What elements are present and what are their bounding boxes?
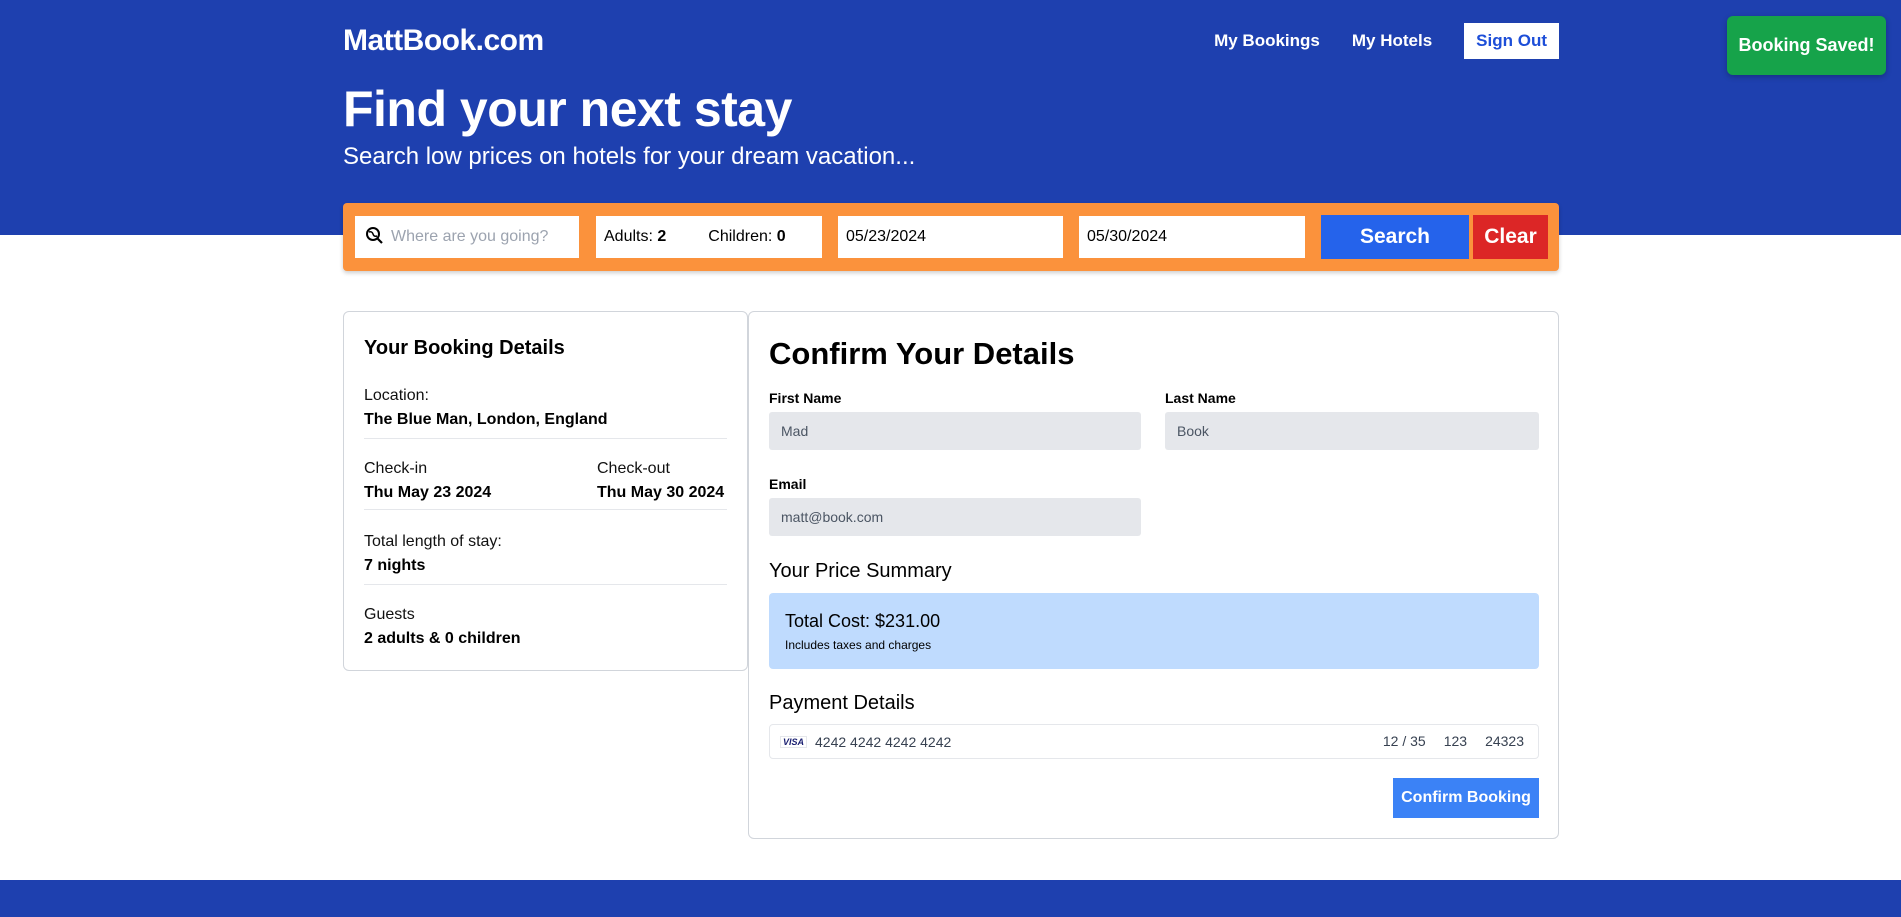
guests-section: Guests 2 adults & 0 children [364,606,727,648]
adults-value[interactable]: 2 [657,228,666,246]
search-button[interactable]: Search [1321,215,1469,259]
card-number[interactable]: 4242 4242 4242 4242 [815,734,951,750]
main-nav: My Bookings My Hotels Sign Out [1214,23,1559,59]
booking-details-card: Your Booking Details Location: The Blue … [343,311,748,671]
visa-card-icon: VISA [780,735,808,748]
card-zip[interactable]: 24323 [1485,733,1524,749]
card-expiry[interactable]: 12 / 35 [1383,733,1426,749]
hero-banner: MattBook.com My Bookings My Hotels Sign … [0,0,1901,235]
adults-label: Adults: [604,228,653,245]
checkout-value: Thu May 30 2024 [597,484,725,501]
destination-placeholder: Where are you going? [391,228,549,245]
search-globe-icon [365,226,383,249]
booking-saved-toast: Booking Saved! [1727,16,1886,75]
guests-value: 2 adults & 0 children [364,630,521,647]
guests-field[interactable]: Adults: 2 Children: 0 [596,216,822,258]
location-section: Location: The Blue Man, London, England [364,387,727,439]
last-name-field[interactable]: Book [1165,412,1539,450]
price-summary-title: Your Price Summary [769,560,952,582]
card-cvc[interactable]: 123 [1444,733,1467,749]
top-bar: MattBook.com My Bookings My Hotels Sign … [343,22,1559,62]
confirm-details-card: Confirm Your Details First Name Mad Last… [748,311,1559,839]
price-summary-box: Total Cost: $231.00 Includes taxes and c… [769,593,1539,669]
payment-details-title: Payment Details [769,692,915,714]
site-logo[interactable]: MattBook.com [343,24,544,58]
sign-out-button[interactable]: Sign Out [1464,23,1559,59]
children-label: Children: [708,228,773,245]
dates-section: Check-in Thu May 23 2024 Check-out Thu M… [364,460,727,510]
confirm-title: Confirm Your Details [769,336,1075,371]
card-extra-fields: 12 / 35 123 24323 [1365,733,1524,749]
footer [0,880,1901,917]
card-input[interactable]: VISA 4242 4242 4242 4242 12 / 35 123 243… [769,724,1539,759]
guests-label: Guests [364,606,415,623]
destination-input[interactable]: Where are you going? [355,216,579,258]
booking-details-title: Your Booking Details [364,337,565,359]
page-subtitle: Search low prices on hotels for your dre… [343,143,916,170]
nav-my-hotels[interactable]: My Hotels [1352,31,1432,51]
location-value: The Blue Man, London, England [364,411,608,428]
page-title: Find your next stay [343,81,792,137]
confirm-booking-button[interactable]: Confirm Booking [1393,778,1539,818]
stay-length-label: Total length of stay: [364,533,502,550]
email-field[interactable]: matt@book.com [769,498,1141,536]
nav-my-bookings[interactable]: My Bookings [1214,31,1320,51]
location-label: Location: [364,387,429,404]
email-label: Email [769,476,807,492]
stay-length-section: Total length of stay: 7 nights [364,533,727,585]
children-value[interactable]: 0 [777,228,786,246]
checkout-block: Check-out Thu May 30 2024 [597,460,724,502]
total-cost: Total Cost: $231.00 [785,611,941,631]
check-out-date-input[interactable]: 05/30/2024 [1079,216,1305,258]
last-name-label: Last Name [1165,390,1236,406]
clear-button[interactable]: Clear [1473,215,1548,259]
first-name-label: First Name [769,390,842,406]
checkout-label: Check-out [597,460,670,477]
search-bar: Where are you going? Adults: 2 Children:… [343,203,1559,271]
price-note: Includes taxes and charges [785,638,932,652]
check-in-date-input[interactable]: 05/23/2024 [838,216,1063,258]
stay-length-value: 7 nights [364,557,426,574]
first-name-field[interactable]: Mad [769,412,1141,450]
